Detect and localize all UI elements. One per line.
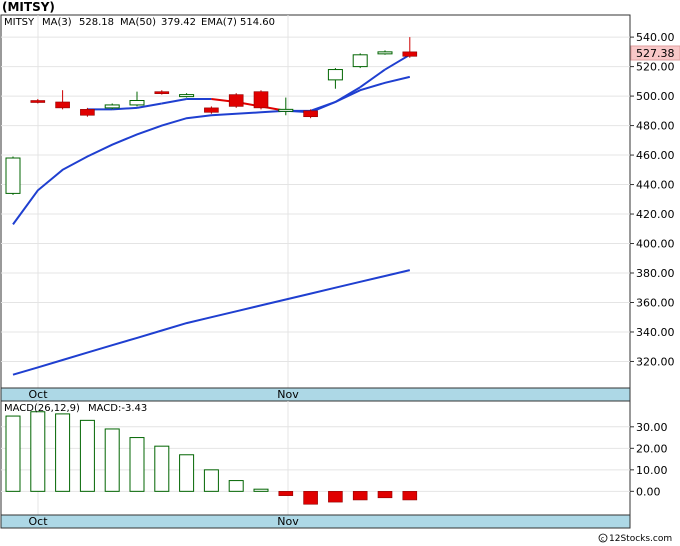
candle-body — [402, 51, 418, 57]
candle — [253, 90, 269, 110]
macd-bar — [55, 413, 71, 492]
last-price-tag: 527.38 — [630, 45, 680, 61]
site-credit: 12Stocks.com — [609, 534, 672, 544]
price-tick-label: 500.00 — [636, 90, 675, 103]
candle-body — [104, 104, 120, 109]
macd-tick-label: 0.00 — [636, 485, 661, 498]
macd-bar — [228, 480, 244, 492]
macd-date-strip — [0, 514, 631, 529]
macd-tick-label: 30.00 — [636, 421, 668, 434]
macd-bar — [278, 491, 294, 496]
price-x-tick-label: Nov — [277, 388, 299, 401]
indicator-legend: MITSY MA(3) 528.18 MA(50) 379.42 EMA(7) … — [4, 17, 275, 28]
macd-bar — [402, 491, 418, 501]
macd-tick-label: 20.00 — [636, 442, 668, 455]
price-date-strip — [0, 387, 631, 402]
candle-body — [228, 94, 244, 107]
macd-bar — [203, 469, 219, 492]
price-tick-label: 540.00 — [636, 31, 675, 44]
candle-body — [278, 108, 294, 112]
price-tick-label: 340.00 — [636, 326, 675, 339]
candle-body — [253, 91, 269, 109]
macd-bar — [154, 445, 170, 492]
price-tick-label: 420.00 — [636, 208, 675, 221]
macd-bar — [328, 491, 343, 503]
ma50-value: 379.42 — [161, 17, 196, 28]
price-y-axis: 540.00 520.00 500.00 480.00 460.00 440.00 420.… — [630, 31, 675, 368]
chart-title: (MITSY) — [2, 0, 55, 14]
copyright-footer: c 12Stocks.com — [598, 533, 672, 544]
candle-body — [55, 101, 70, 109]
macd-bar — [104, 428, 120, 492]
ema7-value: 514.60 — [240, 17, 275, 28]
macd-value: MACD:-3.43 — [88, 403, 147, 414]
svg-text:c: c — [601, 536, 604, 543]
candle-body — [30, 100, 46, 103]
price-tick-label: 360.00 — [636, 296, 675, 309]
macd-title: MACD(26,12,9) — [4, 403, 80, 414]
macd-bar — [30, 411, 46, 492]
price-tick-label: 460.00 — [636, 149, 675, 162]
candle — [303, 109, 318, 119]
price-tick-label: 440.00 — [636, 179, 675, 192]
stock-chart: 540.00 520.00 500.00 480.00 460.00 440.00 420.… — [0, 0, 680, 544]
price-tick-label: 320.00 — [636, 355, 675, 368]
candle-body — [327, 69, 343, 81]
last-price-label: 527.38 — [636, 47, 675, 60]
macd-bar — [129, 437, 145, 492]
candle-body — [179, 94, 195, 98]
ema7-label: EMA(7) — [201, 17, 237, 28]
macd-bar — [377, 491, 393, 499]
price-x-tick-label: Oct — [28, 388, 48, 401]
macd-bar — [5, 415, 21, 492]
candle-body — [204, 107, 219, 113]
candle-body — [5, 157, 21, 194]
candle-body — [80, 109, 95, 116]
macd-bar — [253, 488, 269, 492]
ticker-label: MITSY — [4, 17, 35, 28]
ma3-label: MA(3) — [42, 17, 72, 28]
candle-body — [129, 100, 145, 106]
macd-tick-label: 10.00 — [636, 464, 668, 477]
candle — [228, 93, 244, 108]
candle-body — [352, 54, 368, 68]
macd-bar — [179, 454, 195, 492]
price-tick-label: 380.00 — [636, 267, 675, 280]
candle — [80, 107, 95, 117]
candle-body — [303, 110, 318, 118]
macd-bar — [79, 419, 95, 492]
price-tick-label: 480.00 — [636, 120, 675, 133]
candle-body — [377, 51, 393, 55]
macd-y-axis: 30.00 20.00 10.00 0.00 — [630, 421, 668, 498]
price-tick-label: 400.00 — [636, 238, 675, 251]
macd-bar — [303, 491, 318, 505]
macd-x-tick-label: Nov — [277, 515, 299, 528]
ma50-label: MA(50) — [120, 17, 156, 28]
price-tick-label: 520.00 — [636, 61, 675, 74]
candle — [5, 156, 21, 195]
macd-bar — [352, 491, 368, 501]
candle-body — [154, 91, 170, 94]
ma3-value: 528.18 — [79, 17, 114, 28]
candle — [352, 53, 368, 69]
macd-x-tick-label: Oct — [28, 515, 48, 528]
